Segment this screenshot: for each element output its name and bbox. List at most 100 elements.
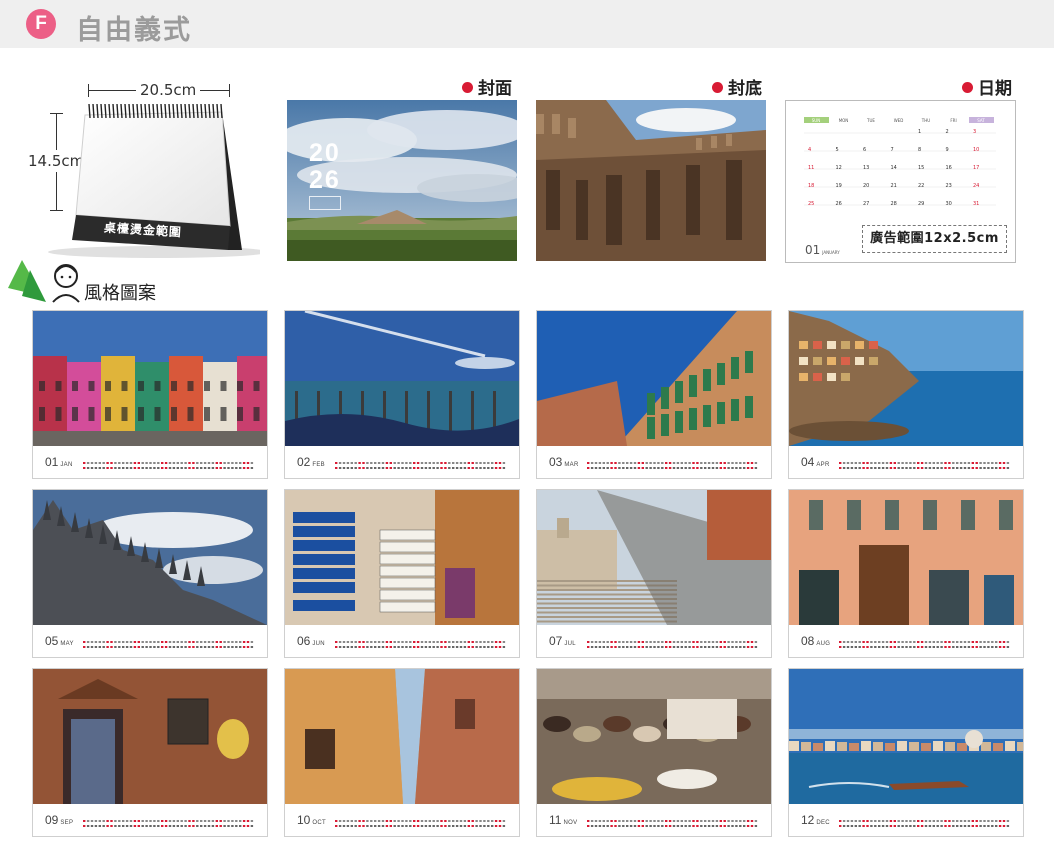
month-day-strip [839,813,1014,832]
red-dot-icon [462,82,473,93]
month-day-strip [83,634,258,653]
weekday-label: WED [894,118,904,123]
month-day-strip [335,634,510,653]
weekday-label: THU [921,118,930,123]
month-label: 04 APR [801,455,830,469]
month-label: 06 JUN [297,634,325,648]
month-card: 01 JAN [32,310,268,479]
month-day-strip [839,455,1014,474]
day-number: 13 [863,165,869,171]
day-number: 17 [973,165,979,171]
day-number: 18 [808,183,814,189]
day-number: 3 [973,129,976,135]
month-label: 08 AUG [801,634,831,648]
day-number: 10 [973,147,979,153]
day-number: 30 [946,201,952,207]
day-number: 14 [891,165,897,171]
month-day-strip [587,813,762,832]
day-number: 7 [891,147,894,153]
month-day-strip [335,813,510,832]
month-photo [33,669,267,804]
day-number: 4 [808,147,811,153]
month-label: 09 SEP [45,813,74,827]
date-month-label: 01 JANUARY [805,243,840,257]
weekday-label: SAT [977,118,985,123]
month-photo [537,311,771,446]
day-number: 25 [808,201,814,207]
day-number: 16 [946,165,952,171]
month-day-strip [839,634,1014,653]
date-grid: SUN MON TUE WED THU FRI SAT1 2 34 5 6 7 8 9 1011 12 13 14… [804,117,996,207]
month-photo [537,669,771,804]
month-card: 09 SEP [32,668,268,837]
day-number: 1 [918,129,921,135]
month-photo [789,669,1023,804]
month-card: 12 DEC [788,668,1024,837]
weekday-label: FRI [950,118,956,123]
day-number: 12 [836,165,842,171]
month-label: 07 JUL [549,634,576,648]
month-day-strip [587,455,762,474]
month-day-strip [587,634,762,653]
day-number: 15 [918,165,924,171]
month-card: 02 FEB [284,310,520,479]
day-number: 9 [946,147,949,153]
month-photo [33,311,267,446]
day-number: 2 [946,129,949,135]
month-label: 12 DEC [801,813,830,827]
month-label: 11 NOV [549,813,578,827]
month-card: 10 OCT [284,668,520,837]
weekday-label: TUE [866,118,875,123]
day-number: 6 [863,147,866,153]
month-card: 06 JUN [284,489,520,658]
cover-logo-box [309,196,341,210]
day-number: 5 [836,147,839,153]
day-number: 22 [918,183,924,189]
date-page-sample: SUN MON TUE WED THU FRI SAT 1 2 3 4 5 6 7 8 9 10 11 12 13 14… [785,100,1016,263]
month-photo [285,311,519,446]
month-card: 03 MAR [536,310,772,479]
month-photo [789,311,1023,446]
date-label: 日期 [940,74,1012,99]
month-card: 05 MAY [32,489,268,658]
red-dot-icon [962,82,973,93]
style-section-label: 風格圖案 [84,283,156,304]
day-number: 19 [836,183,842,189]
day-number: 11 [808,165,814,171]
day-number: 24 [973,183,979,189]
red-dot-icon [712,82,723,93]
month-card: 08 AUG [788,489,1024,658]
month-label: 03 MAR [549,455,579,469]
month-day-strip [83,455,258,474]
back-label: 封底 [690,74,762,99]
day-number: 26 [836,201,842,207]
month-card: 07 JUL [536,489,772,658]
cover-photo: 20 26 [287,100,517,261]
cover-label: 封面 [440,74,512,99]
month-day-strip [83,813,258,832]
month-label: 01 JAN [45,455,73,469]
month-photo [789,490,1023,625]
weekday-label: MON [839,118,849,123]
month-card: 11 NOV [536,668,772,837]
day-number: 29 [918,201,924,207]
month-photo [33,490,267,625]
day-number: 8 [918,147,921,153]
ad-area: 廣告範圍12x2.5cm [862,225,1007,253]
month-photo [285,490,519,625]
day-number: 31 [973,201,979,207]
back-photo [536,100,766,261]
month-photo [285,669,519,804]
day-number: 20 [863,183,869,189]
day-number: 21 [891,183,897,189]
weekday-label: SUN [812,118,820,123]
day-number: 27 [863,201,869,207]
cover-year: 20 26 [309,139,341,194]
day-number: 23 [946,183,952,189]
month-label: 10 OCT [297,813,326,827]
month-label: 02 FEB [297,455,325,469]
month-photo [537,490,771,625]
month-day-strip [335,455,510,474]
month-label: 05 MAY [45,634,74,648]
day-number: 28 [891,201,897,207]
